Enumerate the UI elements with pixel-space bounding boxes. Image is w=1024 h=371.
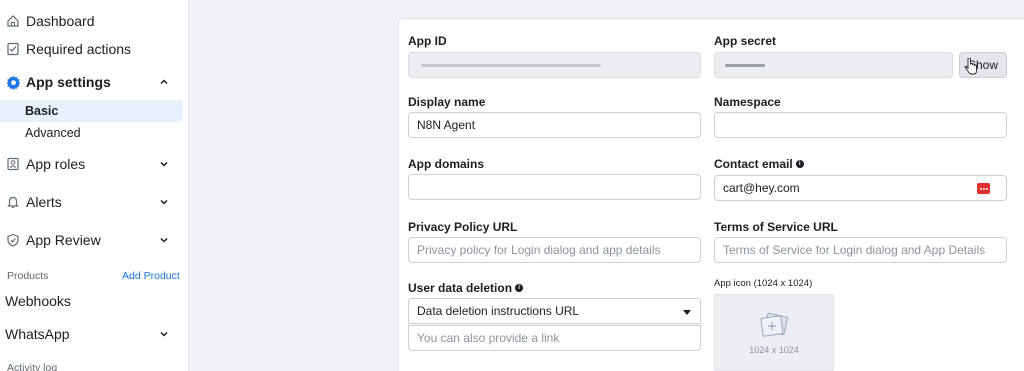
app-secret-label: App secret [714, 34, 776, 48]
redacted-value [421, 64, 601, 67]
sidebar-item-required-actions[interactable]: Required actions [0, 39, 189, 59]
user-data-deletion-label-text: User data deletion [408, 281, 513, 295]
sidebar-item-label: Dashboard [26, 13, 95, 29]
app-id-label: App ID [408, 34, 447, 48]
user-data-deletion-select[interactable]: Data deletion instructions URL [408, 298, 701, 324]
sidebar-item-label: App Review [26, 232, 101, 248]
app-domains-field[interactable] [408, 174, 701, 200]
select-value: Data deletion instructions URL [417, 304, 580, 318]
checklist-icon [5, 41, 21, 57]
display-name-input[interactable] [417, 118, 692, 132]
app-secret-label-text: App secret [714, 34, 777, 48]
sidebar-item-alerts[interactable]: Alerts [0, 191, 189, 213]
tos-field[interactable] [714, 237, 1007, 263]
tos-label-text: Terms of Service URL [714, 220, 838, 234]
image-placeholder-icon [760, 312, 788, 337]
bell-icon [5, 194, 21, 210]
info-icon[interactable]: i [515, 284, 524, 292]
sidebar-item-label: Alerts [26, 194, 62, 210]
sidebar-subitem-label: Basic [25, 104, 59, 118]
app-domains-label: App domains [408, 157, 484, 171]
privacy-policy-label-text: Privacy Policy URL [408, 220, 518, 234]
sidebar-subitem-advanced[interactable]: Advanced [0, 122, 183, 144]
app-domains-label-text: App domains [408, 157, 485, 171]
namespace-field[interactable] [714, 112, 1007, 138]
app-icon-upload[interactable]: 1024 x 1024 [714, 294, 834, 371]
add-product-link[interactable]: Add Product [122, 270, 180, 282]
sidebar-item-app-review[interactable]: App Review [0, 229, 189, 251]
password-manager-icon[interactable] [977, 183, 990, 194]
sidebar-item-app-roles[interactable]: App roles [0, 153, 189, 175]
chevron-down-icon [160, 161, 168, 167]
roles-icon [5, 156, 21, 172]
contact-email-label-text: Contact email [714, 157, 793, 171]
display-name-label: Display name [408, 95, 485, 109]
chevron-down-icon [160, 237, 168, 243]
products-section-label: Products [7, 270, 49, 282]
activity-log-label[interactable]: Activity log [7, 362, 57, 371]
app-domains-input[interactable] [417, 180, 692, 194]
contact-email-label: Contact email i [714, 157, 804, 171]
sidebar-item-webhooks[interactable]: Webhooks [5, 293, 71, 309]
app-secret-field [714, 52, 953, 78]
sidebar-item-label: WhatsApp [5, 326, 70, 342]
contact-email-input[interactable] [723, 181, 998, 195]
info-icon[interactable]: i [795, 160, 804, 168]
app-icon-dimensions: 1024 x 1024 [749, 344, 799, 355]
privacy-policy-label: Privacy Policy URL [408, 220, 517, 234]
privacy-policy-field[interactable] [408, 237, 701, 263]
chevron-down-icon [160, 199, 168, 205]
privacy-policy-input[interactable] [417, 243, 692, 257]
app-id-label-text: App ID [408, 34, 447, 48]
sidebar: Dashboard Required actions App settings … [0, 0, 189, 371]
display-name-field[interactable] [408, 112, 701, 138]
sidebar-item-label: Required actions [26, 41, 132, 57]
shield-check-icon [5, 232, 21, 248]
sidebar-item-label: App settings [26, 74, 111, 90]
sidebar-item-dashboard[interactable]: Dashboard [0, 11, 189, 31]
sidebar-item-label: App roles [26, 156, 86, 172]
data-deletion-url-input[interactable] [417, 331, 692, 345]
sidebar-item-whatsapp[interactable]: WhatsApp [0, 323, 189, 345]
sidebar-item-app-settings[interactable]: App settings [0, 71, 189, 93]
masked-secret [725, 64, 765, 67]
app-icon-label: App icon (1024 x 1024) [714, 278, 813, 289]
namespace-label: Namespace [714, 95, 781, 109]
tos-input[interactable] [723, 243, 998, 257]
app-id-field [408, 52, 701, 78]
mouse-cursor-icon [964, 58, 977, 75]
data-deletion-url-field[interactable] [408, 325, 701, 351]
gear-icon [5, 74, 21, 90]
chevron-up-icon [160, 79, 168, 85]
user-data-deletion-label: User data deletion i [408, 281, 524, 295]
namespace-input[interactable] [723, 118, 998, 132]
sidebar-subitem-label: Advanced [25, 126, 81, 140]
tos-label: Terms of Service URL [714, 220, 838, 234]
chevron-down-icon [160, 331, 168, 337]
namespace-label-text: Namespace [714, 95, 781, 109]
caret-down-icon [683, 310, 691, 315]
contact-email-field[interactable] [714, 175, 1007, 201]
sidebar-subitem-basic[interactable]: Basic [0, 100, 183, 122]
home-icon [5, 13, 21, 29]
display-name-label-text: Display name [408, 95, 486, 109]
